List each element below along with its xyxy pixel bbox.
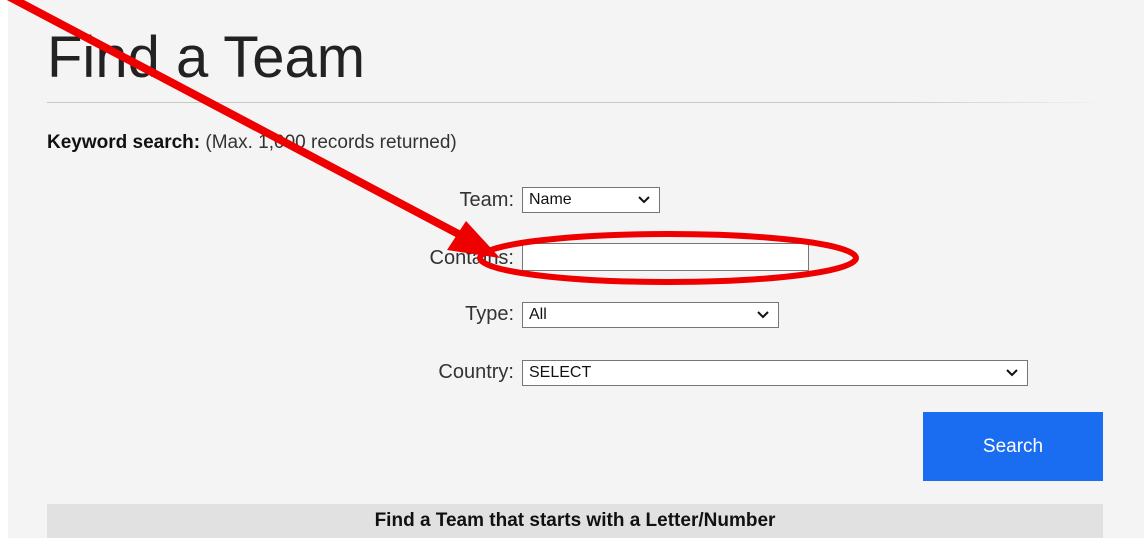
country-select-value: SELECT	[529, 364, 592, 381]
keyword-search-line: Keyword search: (Max. 1,000 records retu…	[47, 131, 457, 155]
contains-input[interactable]	[522, 243, 809, 271]
team-select[interactable]: Name	[522, 187, 660, 213]
chevron-down-icon	[757, 311, 769, 319]
team-label: Team:	[459, 189, 514, 211]
team-select-value: Name	[529, 191, 572, 208]
country-select[interactable]: SELECT	[522, 360, 1028, 386]
chevron-down-icon	[1006, 369, 1018, 377]
title-divider	[47, 102, 1107, 103]
keyword-search-note: (Max. 1,000 records returned)	[205, 132, 457, 153]
keyword-search-label: Keyword search:	[47, 132, 201, 153]
type-select[interactable]: All	[522, 302, 779, 328]
type-select-value: All	[529, 306, 547, 323]
type-label: Type:	[465, 303, 514, 325]
chevron-down-icon	[638, 196, 650, 204]
search-button[interactable]: Search	[923, 412, 1103, 481]
letter-number-section-heading: Find a Team that starts with a Letter/Nu…	[47, 504, 1103, 538]
page-title: Find a Team	[47, 25, 366, 90]
contains-label: Contains:	[429, 247, 515, 269]
country-label: Country:	[438, 361, 514, 383]
